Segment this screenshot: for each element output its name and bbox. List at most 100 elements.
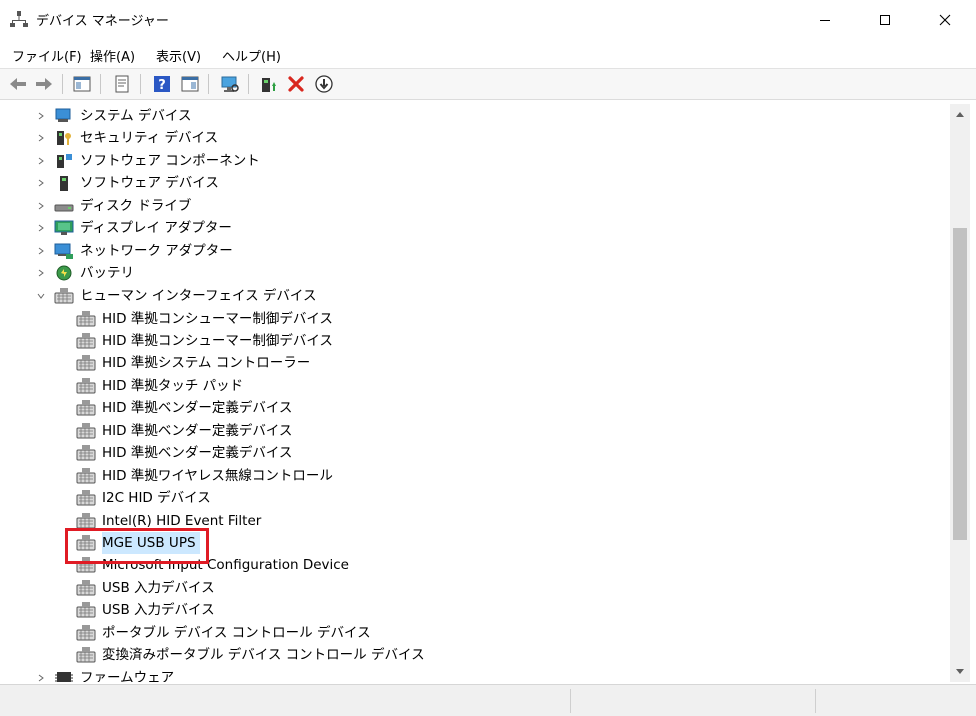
tree-category-label: バッテリ: [80, 265, 134, 281]
menu-view[interactable]: 表示(V): [156, 46, 201, 65]
device-manager-app-icon: [10, 11, 28, 27]
tree-category-software-devices[interactable]: ソフトウェア デバイス: [36, 172, 219, 194]
hid-device-item[interactable]: HID 準拠コンシューマー制御デバイス: [76, 308, 333, 330]
toolbar: ?: [0, 68, 976, 100]
hid-device-label: HID 準拠コンシューマー制御デバイス: [102, 310, 333, 327]
scrollbar-thumb[interactable]: [953, 228, 967, 540]
hid-device-item[interactable]: HID 準拠システム コントローラー: [76, 352, 310, 374]
toolbar-separator: [208, 74, 209, 94]
tree-category-label: ディスプレイ アダプター: [80, 220, 232, 236]
hid-device-item[interactable]: HID 準拠ベンダー定義デバイス: [76, 397, 292, 419]
chevron-right-icon[interactable]: [36, 105, 46, 127]
software-components-icon: [57, 154, 72, 168]
hid-device-icon: [76, 647, 96, 663]
chevron-right-icon[interactable]: [36, 127, 46, 149]
hid-device-item[interactable]: HID 準拠コンシューマー制御デバイス: [76, 330, 333, 352]
vertical-scrollbar[interactable]: [950, 104, 970, 682]
tree-category-label: ファームウェア: [80, 670, 175, 682]
hid-device-label: USB 入力デバイス: [102, 579, 215, 596]
tree-category-label: システム デバイス: [80, 108, 192, 124]
hid-device-icon: [76, 310, 96, 326]
status-bar: [0, 684, 976, 716]
tree-category-batteries[interactable]: バッテリ: [36, 262, 134, 284]
tree-category-human-interface-devices[interactable]: ヒューマン インターフェイス デバイス: [36, 285, 316, 307]
chevron-right-icon[interactable]: [36, 172, 46, 194]
toolbar-separator: [100, 74, 101, 94]
hid-device-icon: [76, 467, 96, 484]
tree-category-label: セキュリティ デバイス: [80, 130, 219, 146]
help-icon[interactable]: ?: [152, 74, 172, 94]
close-button[interactable]: [920, 0, 970, 40]
chevron-down-icon[interactable]: [36, 285, 46, 307]
hid-device-icon: [76, 490, 96, 506]
hid-device-label: HID 準拠タッチ パッド: [102, 377, 244, 394]
system-devices-icon: [55, 108, 71, 122]
window-title: デバイス マネージャー: [36, 14, 169, 29]
hid-device-icon: [76, 377, 96, 394]
scan-hardware-icon[interactable]: [220, 74, 240, 94]
chevron-right-icon[interactable]: [36, 150, 46, 172]
hid-device-label: HID 準拠ベンダー定義デバイス: [102, 422, 293, 439]
hid-device-item[interactable]: HID 準拠ベンダー定義デバイス: [76, 420, 292, 442]
network-adapter-icon: [54, 243, 73, 259]
chevron-right-icon[interactable]: [36, 667, 46, 682]
hid-device-item[interactable]: ポータブル デバイス コントロール デバイス: [76, 622, 371, 644]
hid-device-icon: [76, 602, 96, 618]
minimize-button[interactable]: [800, 0, 850, 40]
uninstall-device-icon[interactable]: [286, 74, 306, 94]
action-pane-icon[interactable]: [180, 74, 200, 94]
hid-device-item[interactable]: HID 準拠ベンダー定義デバイス: [76, 442, 292, 464]
firmware-icon: [55, 672, 73, 682]
chevron-right-icon[interactable]: [36, 195, 46, 217]
disable-device-icon[interactable]: [314, 74, 334, 94]
hid-device-item[interactable]: USB 入力デバイス: [76, 577, 215, 599]
hid-device-label: HID 準拠ワイヤレス無線コントロール: [102, 467, 333, 484]
tree-category-disk-drives[interactable]: ディスク ドライブ: [36, 195, 191, 217]
hid-device-item[interactable]: USB 入力デバイス: [76, 599, 215, 621]
hid-device-label: HID 準拠ベンダー定義デバイス: [102, 445, 293, 462]
tree-category-label: ヒューマン インターフェイス デバイス: [80, 288, 317, 304]
menu-file[interactable]: ファイル(F): [12, 46, 82, 65]
menu-help[interactable]: ヘルプ(H): [222, 46, 281, 65]
device-tree[interactable]: システム デバイス セキュリティ デバイス ソフトウェア コンポーネント ソフト…: [2, 104, 950, 682]
scroll-up-arrow-icon[interactable]: [955, 110, 965, 118]
back-arrow-icon[interactable]: [8, 74, 28, 94]
tree-category-software-components[interactable]: ソフトウェア コンポーネント: [36, 150, 260, 172]
chevron-right-icon[interactable]: [36, 217, 46, 239]
hid-device-label: I2C HID デバイス: [102, 490, 211, 507]
hid-device-icon: [76, 445, 96, 461]
title-bar: デバイス マネージャー: [0, 0, 976, 40]
hid-device-item[interactable]: I2C HID デバイス: [76, 487, 211, 509]
maximize-button[interactable]: [860, 0, 910, 40]
hid-device-label: ポータブル デバイス コントロール デバイス: [102, 624, 371, 641]
software-devices-icon: [60, 176, 68, 191]
svg-text:?: ?: [158, 78, 166, 93]
hid-icon: [54, 288, 74, 304]
highlight-annotation-box: [65, 528, 209, 564]
tree-category-system-devices[interactable]: システム デバイス: [36, 105, 191, 127]
hid-device-item[interactable]: 変換済みポータブル デバイス コントロール デバイス: [76, 644, 425, 666]
menu-bar: ファイル(F) 操作(A) 表示(V) ヘルプ(H): [0, 40, 976, 68]
forward-arrow-icon[interactable]: [34, 74, 54, 94]
hid-device-icon: [76, 422, 96, 439]
scroll-down-arrow-icon[interactable]: [955, 668, 965, 676]
tree-category-network-adapters[interactable]: ネットワーク アダプター: [36, 240, 233, 262]
close-icon: [939, 14, 951, 26]
chevron-right-icon[interactable]: [36, 240, 46, 262]
tree-category-firmware[interactable]: ファームウェア: [36, 667, 174, 682]
hid-device-label: HID 準拠コンシューマー制御デバイス: [102, 332, 333, 349]
hid-device-icon: [76, 512, 96, 528]
tree-category-security-devices[interactable]: セキュリティ デバイス: [36, 127, 218, 149]
update-driver-icon[interactable]: [258, 74, 278, 94]
hid-device-icon: [76, 355, 96, 371]
show-hide-console-tree-icon[interactable]: [72, 74, 92, 94]
hid-device-item[interactable]: HID 準拠ワイヤレス無線コントロール: [76, 465, 333, 487]
hid-device-icon: [76, 579, 96, 596]
hid-device-item[interactable]: HID 準拠タッチ パッド: [76, 375, 243, 397]
menu-action[interactable]: 操作(A): [90, 46, 135, 65]
status-bar-divider: [570, 689, 571, 713]
maximize-icon: [880, 15, 890, 25]
tree-category-display-adapters[interactable]: ディスプレイ アダプター: [36, 217, 232, 239]
properties-icon[interactable]: [112, 74, 132, 94]
chevron-right-icon[interactable]: [36, 262, 46, 284]
